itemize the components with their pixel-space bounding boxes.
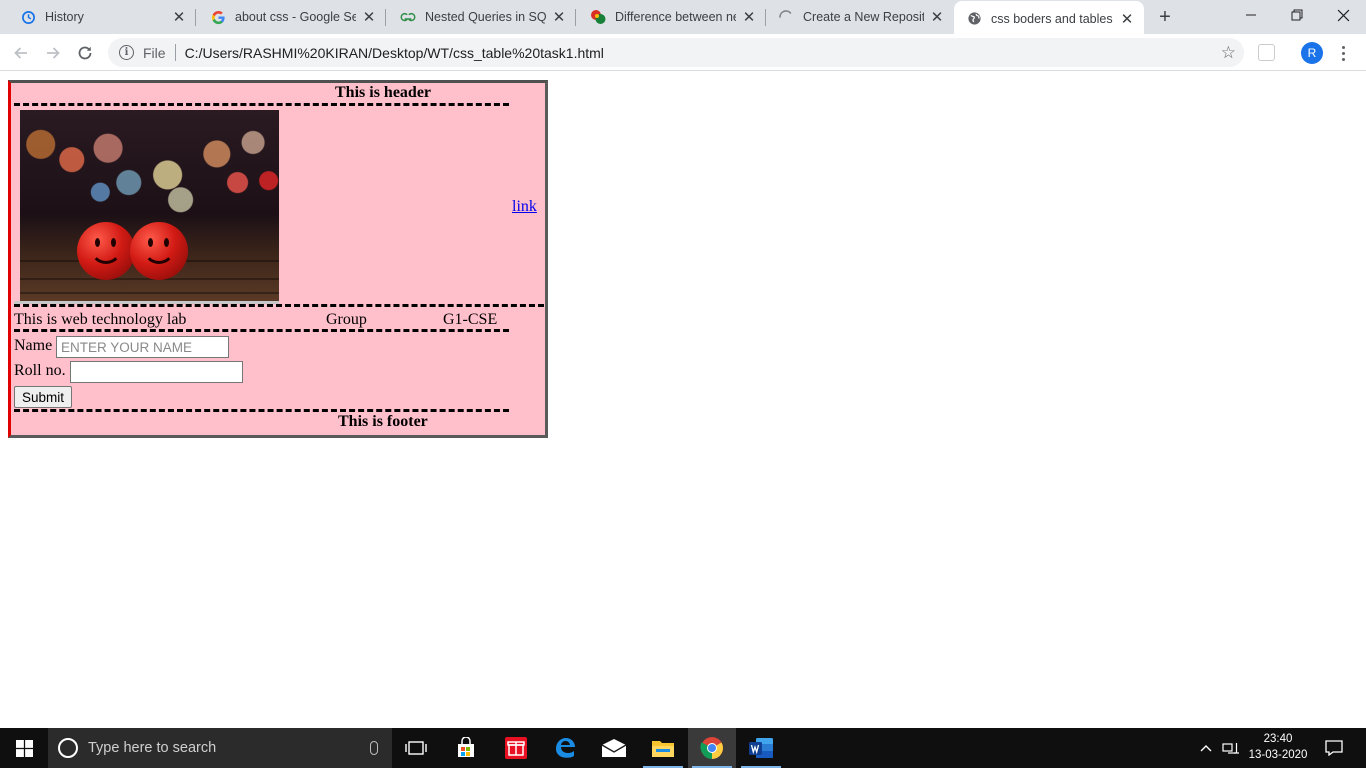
new-tab-button[interactable]: + [1152, 5, 1178, 29]
group-label: Group [326, 311, 367, 328]
tab-separator [195, 9, 196, 26]
more-menu-icon[interactable] [1335, 42, 1351, 64]
submit-button[interactable]: Submit [14, 386, 72, 408]
taskbar-search-box[interactable]: Type here to search [48, 728, 392, 768]
tab-title: Nested Queries in SQL - GeeksforGeeks [425, 10, 546, 24]
search-placeholder: Type here to search [88, 740, 217, 756]
page-header: This is header [335, 84, 432, 101]
cortana-icon [58, 738, 78, 758]
tab-title: css boders and tables [991, 11, 1113, 26]
close-tab-icon[interactable]: ✕ [1118, 10, 1136, 28]
smiley-ball [130, 222, 188, 280]
address-scheme: File [143, 44, 166, 61]
tab-css-borders-tables[interactable]: css boders and tables ✕ [954, 1, 1144, 36]
close-tab-icon[interactable]: ✕ [550, 8, 568, 26]
close-tab-icon[interactable]: ✕ [170, 8, 188, 26]
reload-button[interactable] [71, 39, 99, 67]
windows-start-icon[interactable] [0, 728, 48, 768]
close-tab-icon[interactable]: ✕ [928, 8, 946, 26]
smiley-ball [77, 222, 135, 280]
tab-separator [575, 9, 576, 26]
forward-button[interactable] [39, 39, 67, 67]
show-hidden-icons-icon[interactable] [1196, 728, 1216, 768]
bookmark-star-icon[interactable]: ☆ [1221, 43, 1236, 63]
close-window-button[interactable] [1320, 0, 1366, 30]
taskbar: Type here to search 23:40 13-03-2020 [0, 728, 1366, 768]
close-tab-icon[interactable]: ✕ [360, 8, 378, 26]
footer-divider [14, 409, 509, 412]
mail-icon[interactable] [590, 728, 638, 768]
mouth [143, 244, 175, 264]
mouth [90, 244, 122, 264]
table-container: This is header link This is web technolo… [8, 80, 548, 438]
notifications-icon[interactable] [1320, 728, 1348, 768]
address-bar[interactable]: i File C:/Users/RASHMI%20KIRAN/Desktop/W… [108, 38, 1244, 67]
tab-title: Create a New Repository [803, 10, 924, 24]
globe-icon [966, 11, 982, 27]
edge-icon[interactable] [541, 728, 589, 768]
close-tab-icon[interactable]: ✕ [740, 8, 758, 26]
geeksforgeeks-icon [400, 9, 416, 25]
restore-button[interactable] [1274, 0, 1320, 30]
group-value: G1-CSE [443, 311, 498, 328]
chrome-icon[interactable] [688, 728, 736, 768]
clock-date: 13-03-2020 [1248, 749, 1308, 761]
tab-separator [385, 9, 386, 26]
microphone-icon[interactable] [370, 741, 378, 755]
history-icon [20, 9, 36, 25]
extension-icon[interactable] [1258, 44, 1275, 61]
roll-number-input[interactable] [70, 361, 243, 383]
tab-strip: History ✕ about css - Google Search ✕ Ne… [0, 0, 1366, 36]
tab-title: History [45, 10, 84, 24]
clock[interactable]: 23:40 13-03-2020 [1246, 731, 1310, 763]
tab-history[interactable]: History ✕ [8, 0, 196, 34]
wood-plank [20, 292, 279, 294]
file-explorer-icon[interactable] [639, 728, 687, 768]
address-divider [174, 44, 176, 61]
info-icon[interactable]: i [119, 45, 134, 60]
address-url[interactable]: C:/Users/RASHMI%20KIRAN/Desktop/WT/css_t… [185, 45, 604, 61]
page-content: This is header link This is web technolo… [0, 72, 1366, 728]
minimize-button[interactable] [1228, 0, 1274, 30]
tab-title: Difference between nested [615, 10, 736, 24]
content-divider [14, 304, 544, 307]
store-icon[interactable] [442, 728, 490, 768]
profile-avatar[interactable]: R [1301, 42, 1323, 64]
back-button[interactable] [7, 39, 35, 67]
network-icon[interactable] [1220, 728, 1242, 768]
tab-create-repository[interactable]: Create a New Repository ✕ [766, 0, 954, 34]
header-divider [14, 103, 509, 106]
loading-icon [778, 9, 794, 25]
info-divider [14, 329, 509, 332]
tab-google-search[interactable]: about css - Google Search ✕ [198, 0, 386, 34]
tab-geeksforgeeks[interactable]: Nested Queries in SQL - GeeksforGeeks ✕ [388, 0, 576, 34]
site-icon [590, 9, 606, 25]
tab-title: about css - Google Search [235, 10, 356, 24]
word-icon[interactable] [737, 728, 785, 768]
clock-time: 23:40 [1263, 733, 1293, 745]
name-input[interactable] [56, 336, 229, 358]
page-footer: This is footer [338, 413, 428, 430]
link[interactable]: link [512, 198, 537, 216]
name-label: Name [14, 337, 53, 354]
roll-label: Roll no. [14, 362, 66, 379]
task-view-icon[interactable] [392, 728, 440, 768]
tab-difference-between-nested[interactable]: Difference between nested ✕ [578, 0, 766, 34]
lab-text: This is web technology lab [14, 311, 187, 328]
browser-toolbar: i File C:/Users/RASHMI%20KIRAN/Desktop/W… [0, 34, 1366, 71]
smiley-balls-image [20, 110, 279, 301]
google-icon [210, 9, 226, 25]
gift-icon[interactable] [492, 728, 540, 768]
